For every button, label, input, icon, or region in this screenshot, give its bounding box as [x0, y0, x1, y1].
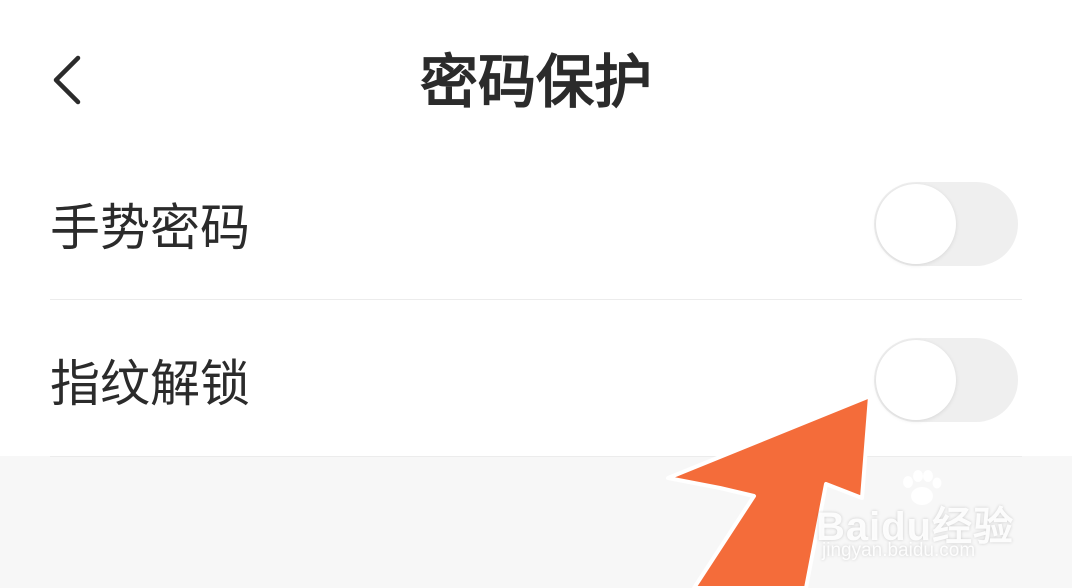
back-button[interactable]	[36, 40, 100, 120]
setting-label: 手势密码	[50, 199, 250, 257]
gesture-password-toggle[interactable]	[874, 182, 1018, 266]
baidu-jingyan-watermark: Baidu经验 jingyan.baidu.com	[816, 468, 1046, 568]
divider	[50, 299, 1022, 300]
fingerprint-unlock-toggle[interactable]	[874, 338, 1018, 422]
setting-row-fingerprint-unlock: 指纹解锁	[50, 316, 1022, 456]
page-title: 密码保护	[419, 48, 652, 116]
settings-panel: 密码保护 手势密码 指纹解锁	[0, 0, 1072, 457]
setting-row-gesture-password: 手势密码	[50, 160, 1022, 300]
watermark-brand: Baidu经验	[816, 505, 1015, 549]
baidu-paw-icon	[903, 470, 942, 505]
toggle-knob	[876, 184, 956, 264]
chevron-left-icon	[53, 55, 81, 105]
watermark-url: jingyan.baidu.com	[822, 540, 976, 561]
toggle-knob	[876, 340, 956, 420]
nav-header: 密码保护	[0, 0, 1072, 160]
divider	[50, 456, 1022, 457]
setting-label: 指纹解锁	[50, 355, 250, 413]
